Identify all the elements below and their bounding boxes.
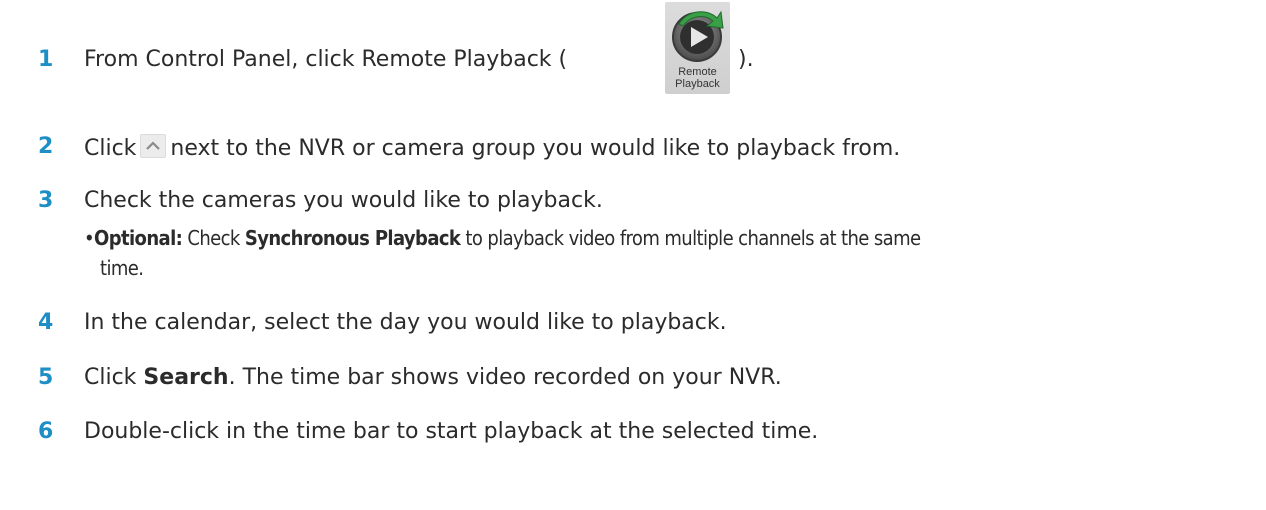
optional-label: Optional: bbox=[94, 226, 183, 250]
optional-note: •Optional: Check Synchronous Playback to… bbox=[84, 226, 921, 250]
step-text: In the calendar, select the day you woul… bbox=[84, 310, 727, 335]
step-text-tail: next to the NVR or camera group you woul… bbox=[170, 136, 901, 161]
play-arrow-icon bbox=[672, 10, 724, 62]
remote-playback-icon: Remote Playback bbox=[665, 2, 730, 94]
step-number: 6 bbox=[38, 419, 54, 444]
step-text: From Control Panel, click Remote Playbac… bbox=[84, 47, 568, 72]
step-text-tail: ). bbox=[738, 47, 754, 72]
step-text: Double-click in the time bar to start pl… bbox=[84, 419, 819, 444]
step-number: 5 bbox=[38, 365, 54, 390]
step-number: 4 bbox=[38, 310, 54, 335]
step-text: Check the cameras you would like to play… bbox=[84, 188, 603, 213]
step-number: 3 bbox=[38, 188, 54, 213]
synchronous-playback-label: Synchronous Playback bbox=[244, 226, 461, 250]
step-number: 1 bbox=[38, 47, 54, 72]
step-number: 2 bbox=[38, 134, 54, 159]
optional-note-continuation: time. bbox=[100, 256, 144, 280]
step-text: Click bbox=[84, 136, 137, 161]
playback-caption: Playback bbox=[675, 78, 720, 90]
remote-caption: Remote bbox=[678, 66, 717, 78]
chevron-up-icon bbox=[140, 134, 167, 158]
search-label: Search bbox=[143, 365, 229, 390]
